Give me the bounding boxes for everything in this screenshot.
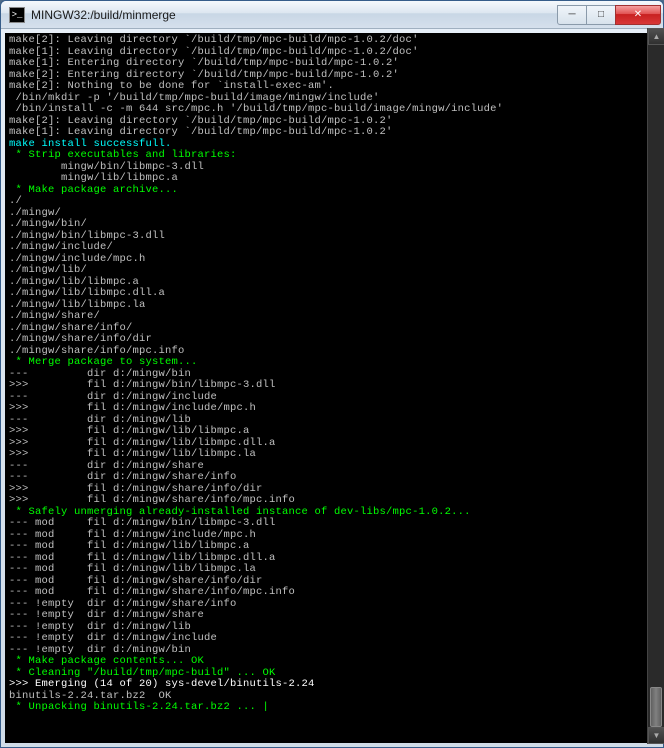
terminal-line: mingw/bin/libmpc-3.dll [9,161,204,173]
terminal-line: ./mingw/share/ [9,310,100,322]
terminal-line: --- dir d:/mingw/share [9,460,204,472]
terminal-line: ./mingw/include/mpc.h [9,253,146,265]
terminal-line: --- mod fil d:/mingw/bin/libmpc-3.dll [9,517,276,529]
terminal-output: make[2]: Leaving directory `/build/tmp/m… [9,35,655,714]
app-icon: >_ [9,7,25,23]
terminal-line: >>> fil d:/mingw/include/mpc.h [9,402,256,414]
scroll-thumb[interactable] [650,687,662,727]
terminal-line: ./mingw/lib/libmpc.la [9,299,146,311]
terminal-line: * Merge package to system... [9,356,198,368]
terminal-window: >_ MINGW32:/build/minmerge ─ □ ✕ make[2]… [0,0,664,748]
terminal-line: ./ [9,195,22,207]
titlebar[interactable]: >_ MINGW32:/build/minmerge ─ □ ✕ [1,1,663,29]
minimize-button[interactable]: ─ [557,5,587,25]
terminal-line: --- !empty dir d:/mingw/share [9,609,204,621]
terminal-line: >>> fil d:/mingw/lib/libmpc.a [9,425,250,437]
terminal-line: --- mod fil d:/mingw/share/info/mpc.info [9,586,295,598]
scroll-up-button[interactable]: ▲ [648,28,664,45]
terminal-line: >>> Emerging (14 of 20) sys-devel/binuti… [9,678,315,690]
terminal-line: >>> fil d:/mingw/bin/libmpc-3.dll [9,379,276,391]
terminal-line: ./mingw/share/info/dir [9,333,152,345]
terminal-line: >>> fil d:/mingw/lib/libmpc.dll.a [9,437,276,449]
terminal-line: /bin/mkdir -p '/build/tmp/mpc-build/imag… [9,92,380,104]
terminal-line: >>> fil d:/mingw/lib/libmpc.la [9,448,256,460]
window-controls: ─ □ ✕ [558,5,661,25]
terminal-line: ./mingw/bin/ [9,218,87,230]
terminal-line: make install successfull. [9,138,172,150]
terminal-line: make[2]: Leaving directory `/build/tmp/m… [9,115,393,127]
terminal-line: make[1]: Leaving directory `/build/tmp/m… [9,46,419,58]
close-button[interactable]: ✕ [615,5,661,25]
terminal-line: --- !empty dir d:/mingw/include [9,632,217,644]
scroll-track[interactable] [648,45,664,727]
terminal-line: make[2]: Entering directory `/build/tmp/… [9,69,399,81]
terminal-line: * Make package archive... [9,184,178,196]
terminal-line: * Safely unmerging already-installed ins… [9,506,471,518]
terminal-line: --- dir d:/mingw/share/info [9,471,237,483]
terminal-line: --- mod fil d:/mingw/include/mpc.h [9,529,256,541]
terminal-line: ./mingw/lib/libmpc.dll.a [9,287,165,299]
terminal-line: ./mingw/bin/libmpc-3.dll [9,230,165,242]
terminal-line: binutils-2.24.tar.bz2 OK [9,690,172,702]
terminal-line: --- mod fil d:/mingw/lib/libmpc.la [9,563,256,575]
terminal-line: --- !empty dir d:/mingw/share/info [9,598,237,610]
terminal-line: /bin/install -c -m 644 src/mpc.h '/build… [9,103,503,115]
terminal-line: ./mingw/lib/libmpc.a [9,276,139,288]
terminal-line: --- mod fil d:/mingw/share/info/dir [9,575,263,587]
terminal-line: make[1]: Leaving directory `/build/tmp/m… [9,126,393,138]
terminal-line: make[2]: Nothing to be done for `install… [9,80,334,92]
terminal-line: mingw/lib/libmpc.a [9,172,178,184]
terminal-line: ./mingw/share/info/ [9,322,133,334]
maximize-button[interactable]: □ [586,5,616,25]
scroll-down-button[interactable]: ▼ [648,727,664,744]
terminal-line: ./mingw/lib/ [9,264,87,276]
terminal-line: --- mod fil d:/mingw/lib/libmpc.a [9,540,250,552]
terminal-line: ./mingw/share/info/mpc.info [9,345,185,357]
terminal-line: * Make package contents... OK [9,655,204,667]
terminal-line: --- mod fil d:/mingw/lib/libmpc.dll.a [9,552,276,564]
terminal-line: --- !empty dir d:/mingw/bin [9,644,191,656]
terminal-line: ./mingw/ [9,207,61,219]
terminal-line: make[1]: Entering directory `/build/tmp/… [9,57,399,69]
terminal-line: ./mingw/include/ [9,241,113,253]
terminal-content[interactable]: make[2]: Leaving directory `/build/tmp/m… [5,33,659,743]
terminal-line: --- !empty dir d:/mingw/lib [9,621,191,633]
terminal-line: --- dir d:/mingw/bin [9,368,191,380]
terminal-line: --- dir d:/mingw/include [9,391,217,403]
terminal-line: * Unpacking binutils-2.24.tar.bz2 ... | [9,701,269,713]
terminal-line: * Strip executables and libraries: [9,149,237,161]
window-title: MINGW32:/build/minmerge [31,8,558,22]
terminal-line: >>> fil d:/mingw/share/info/dir [9,483,263,495]
terminal-line: >>> fil d:/mingw/share/info/mpc.info [9,494,295,506]
scrollbar: ▲ ▼ [647,28,664,744]
terminal-line: --- dir d:/mingw/lib [9,414,191,426]
terminal-line: * Cleaning "/build/tmp/mpc-build" ... OK [9,667,276,679]
terminal-line: make[2]: Leaving directory `/build/tmp/m… [9,34,419,46]
